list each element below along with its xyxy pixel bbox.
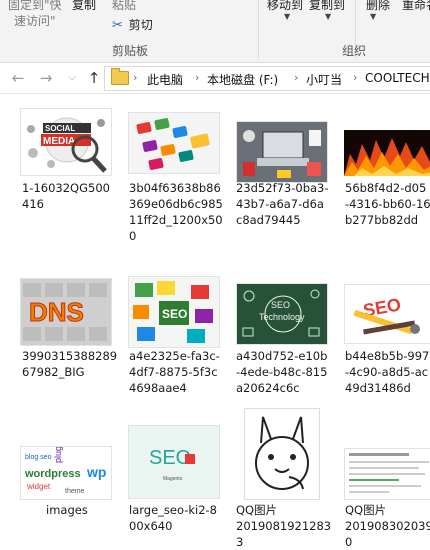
rename-button[interactable]: 重命名 (402, 0, 430, 13)
cut-button[interactable]: ✂ 剪切 (112, 16, 153, 33)
svg-text:Magento: Magento (163, 476, 183, 482)
up-arrow-icon[interactable]: ↑ (84, 68, 104, 88)
document-screenshot-image (344, 448, 430, 500)
folder-icon (111, 68, 129, 85)
seo-tools-image: SEO (344, 284, 430, 344)
svg-text:SOCIAL: SOCIAL (45, 124, 75, 133)
svg-text:DNS: DNS (29, 297, 84, 327)
svg-text:wordpress: wordpress (24, 468, 81, 480)
breadcrumb-separator-icon[interactable]: › (195, 71, 199, 84)
cut-label: 剪切 (128, 18, 153, 32)
dns-image: DNS (20, 278, 112, 346)
breadcrumb-separator-icon[interactable]: › (353, 71, 357, 84)
file-name: a4e2325e-fa3c- 4df7-8875-5f3c 4698aae4 (129, 349, 220, 395)
file-name: b44e8b5b-997 -4c90-a8d5-ac 49d31486d (345, 349, 430, 395)
copy-button[interactable]: 复制 (72, 0, 96, 13)
breadcrumb-cooltech[interactable]: COOLTECH (365, 71, 430, 85)
paste-button[interactable]: 粘贴 (112, 0, 136, 13)
file-name: 23d52f73-0ba3- 43b7-a6a7-d6a c8ad79445 (236, 181, 329, 227)
address-bar-row: ← → ⌵ ↑ › 此电脑 › 本地磁盘 (F:) › 小叮当 › COOLTE… (0, 63, 430, 94)
svg-text:MEDIA: MEDIA (43, 136, 75, 147)
svg-text:Technology: Technology (259, 312, 305, 322)
recent-locations-chevron-icon[interactable]: ⌵ (62, 68, 82, 88)
social-media-image: SOCIAL MEDIA (20, 108, 112, 176)
address-box[interactable]: › 此电脑 › 本地磁盘 (F:) › 小叮当 › COOLTECH (104, 66, 430, 91)
breadcrumb-separator-icon[interactable]: › (294, 71, 298, 84)
scissors-icon: ✂ (112, 18, 123, 33)
cartoon-image (244, 408, 320, 500)
word-cloud-image: blog seo plugin wordpress wp widget them… (20, 446, 112, 500)
file-name: 56b8f4d2-d05 -4316-bb60-16 b277bb82dd (345, 181, 430, 227)
svg-text:blog seo: blog seo (25, 454, 52, 461)
breadcrumb-local-disk[interactable]: 本地磁盘 (F:) (207, 71, 278, 88)
seo-chalkboard-image: SEO Technology (236, 283, 328, 345)
file-name: large_seo-ki2-8 00x640 (129, 503, 217, 533)
svg-text:wp: wp (86, 464, 106, 480)
chevron-down-icon: ▼ (370, 12, 377, 21)
breadcrumb-xiaodingdang[interactable]: 小叮当 (306, 71, 342, 88)
svg-text:theme: theme (65, 488, 85, 495)
ribbon: 固定到"快 速访问" 复制 粘贴 ✂ 剪切 剪贴板 移动到 ▼ 复制到 ▼ 删除… (0, 0, 430, 63)
ribbon-divider (258, 0, 259, 58)
seo-card-image: SEO Magento (128, 425, 220, 499)
file-name: 1-16032QG500 416 (22, 181, 110, 211)
file-name: 3990315388289 67982_BIG (22, 349, 118, 379)
seo-puzzle-image: SEO (128, 276, 220, 348)
breadcrumb-separator-icon[interactable]: › (133, 71, 137, 84)
chevron-down-icon: ▼ (284, 12, 291, 21)
svg-text:SEO: SEO (271, 300, 290, 310)
svg-text:plugin: plugin (53, 447, 63, 463)
svg-text:widget: widget (26, 482, 51, 491)
svg-text:SEO: SEO (162, 307, 187, 321)
organize-group-label: 组织 (342, 44, 367, 58)
laptop-desk-image (236, 121, 328, 183)
file-name: 3b04f63638b86 369e06db6c985 11ff2d_1200x50… (129, 181, 223, 243)
file-name: a430d752-e10b -4ede-b48c-815 a20624c6c (236, 349, 328, 395)
app-keys-image (128, 112, 220, 174)
clipboard-group-label: 剪贴板 (112, 44, 149, 58)
breadcrumb-this-pc[interactable]: 此电脑 (147, 71, 183, 88)
fire-image (344, 130, 430, 176)
svg-text:SEO: SEO (149, 447, 191, 469)
back-arrow-icon[interactable]: ← (8, 68, 28, 88)
pin-to-quick-access-label-2: 速访问" (14, 14, 56, 28)
forward-arrow-icon[interactable]: → (36, 68, 56, 88)
chevron-down-icon: ▼ (325, 12, 332, 21)
